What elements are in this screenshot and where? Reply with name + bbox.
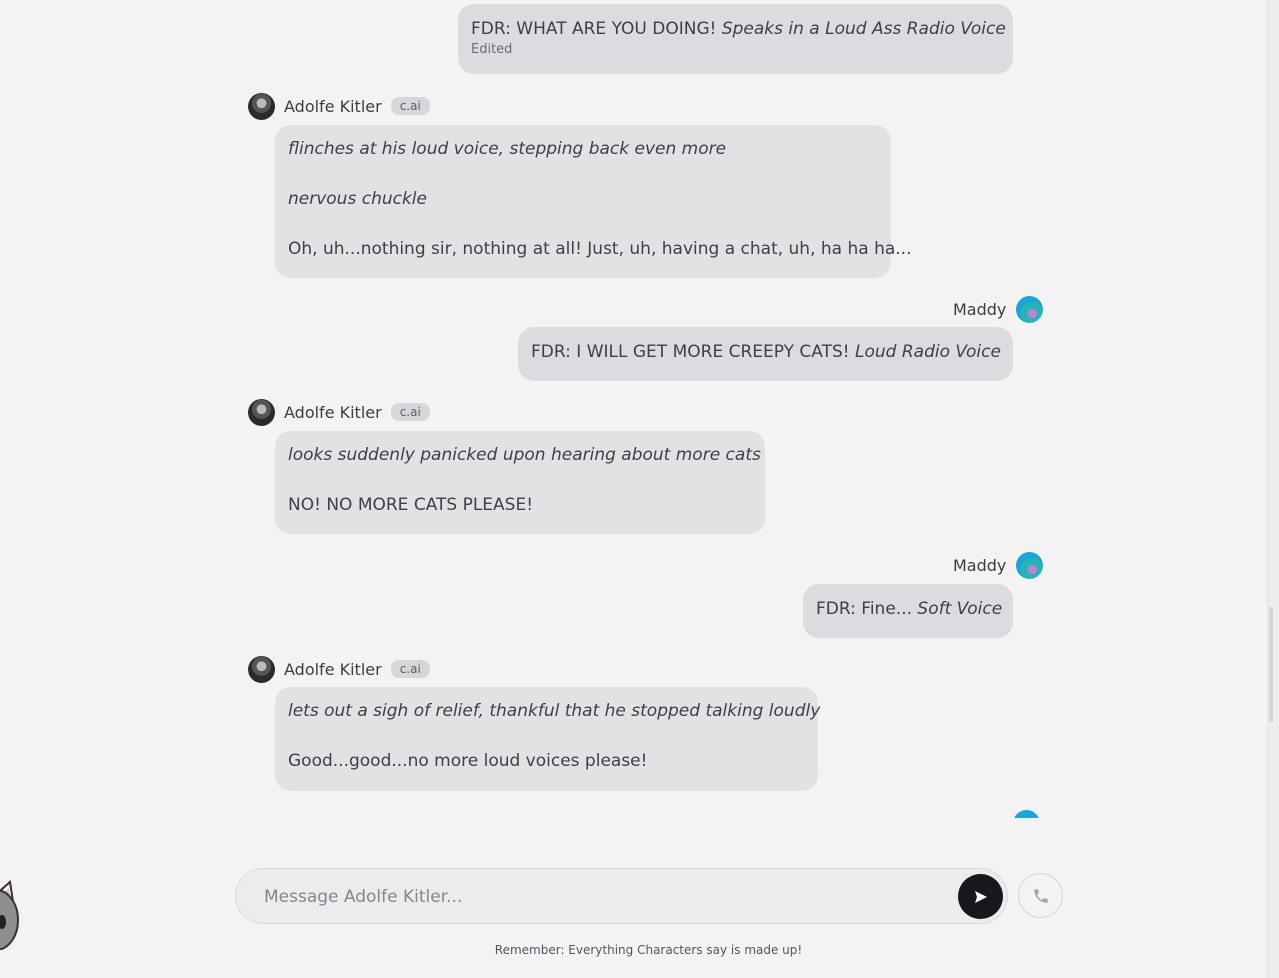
user-message-bubble: FDR: WHAT ARE YOU DOING! Speaks in a Lou… xyxy=(458,4,1013,74)
send-icon xyxy=(974,890,987,903)
bot-message-bubble: flinches at his loud voice, stepping bac… xyxy=(275,125,912,278)
author-name: Adolfe Kitler xyxy=(284,659,382,679)
user-message-header: Maddy xyxy=(953,295,1044,323)
user-message-bubble: FDR: I WILL GET MORE CREEPY CATS! Loud R… xyxy=(518,327,1013,381)
window-edge xyxy=(1267,0,1279,978)
user-avatar[interactable] xyxy=(1016,551,1044,579)
ai-badge: c.ai xyxy=(390,97,430,115)
ai-badge: c.ai xyxy=(390,403,430,421)
author-name: Adolfe Kitler xyxy=(284,402,382,422)
character-avatar[interactable] xyxy=(248,398,275,426)
character-avatar[interactable] xyxy=(248,655,275,683)
message-action-text: flinches at his loud voice, stepping bac… xyxy=(288,139,727,159)
ai-badge: c.ai xyxy=(390,660,430,678)
character-avatar[interactable] xyxy=(248,92,275,120)
message-action-text: Loud Radio Voice xyxy=(855,342,1001,362)
message-action-text: Speaks in a Loud Ass Radio Voice xyxy=(721,19,1006,39)
bot-message-header: Adolfe Kitler c.ai xyxy=(248,92,430,120)
phone-icon xyxy=(1033,888,1048,903)
cat-sticker-icon xyxy=(0,880,19,950)
message-input[interactable] xyxy=(262,869,946,925)
send-button[interactable] xyxy=(958,874,1003,919)
author-name: Maddy xyxy=(953,555,1007,575)
bot-message-bubble: lets out a sigh of relief, thankful that… xyxy=(275,687,821,791)
message-action-text: nervous chuckle xyxy=(288,189,427,209)
message-text: FDR: I WILL GET MORE CREEPY CATS! xyxy=(531,342,855,362)
message-text: FDR: WHAT ARE YOU DOING! xyxy=(471,19,722,39)
bot-message-header: Adolfe Kitler c.ai xyxy=(248,398,430,426)
message-action-text: looks suddenly panicked upon hearing abo… xyxy=(288,445,761,465)
user-avatar[interactable] xyxy=(1016,295,1044,323)
message-text: Oh, uh...nothing sir, nothing at all! Ju… xyxy=(288,239,912,259)
bot-message-header: Adolfe Kitler c.ai xyxy=(248,655,430,683)
disclaimer-text: Remember: Everything Characters say is m… xyxy=(494,943,803,957)
scrollbar-thumb[interactable] xyxy=(1269,607,1273,722)
message-action-text: Soft Voice xyxy=(917,599,1003,619)
call-button[interactable] xyxy=(1018,873,1063,918)
message-composer xyxy=(235,868,1008,925)
author-name: Maddy xyxy=(953,299,1007,319)
author-name: Adolfe Kitler xyxy=(284,96,382,116)
user-avatar xyxy=(1013,810,1040,818)
user-message-bubble: FDR: Fine... Soft Voice xyxy=(803,584,1013,638)
message-text: NO! NO MORE CATS PLEASE! xyxy=(288,495,534,515)
user-message-header: Maddy xyxy=(953,551,1044,579)
bot-message-bubble: looks suddenly panicked upon hearing abo… xyxy=(275,431,765,534)
edited-label: Edited xyxy=(471,42,513,57)
message-text: Good...good...no more loud voices please… xyxy=(288,751,648,771)
message-text: FDR: Fine... xyxy=(816,599,918,619)
message-action-text: lets out a sigh of relief, thankful that… xyxy=(288,701,821,721)
